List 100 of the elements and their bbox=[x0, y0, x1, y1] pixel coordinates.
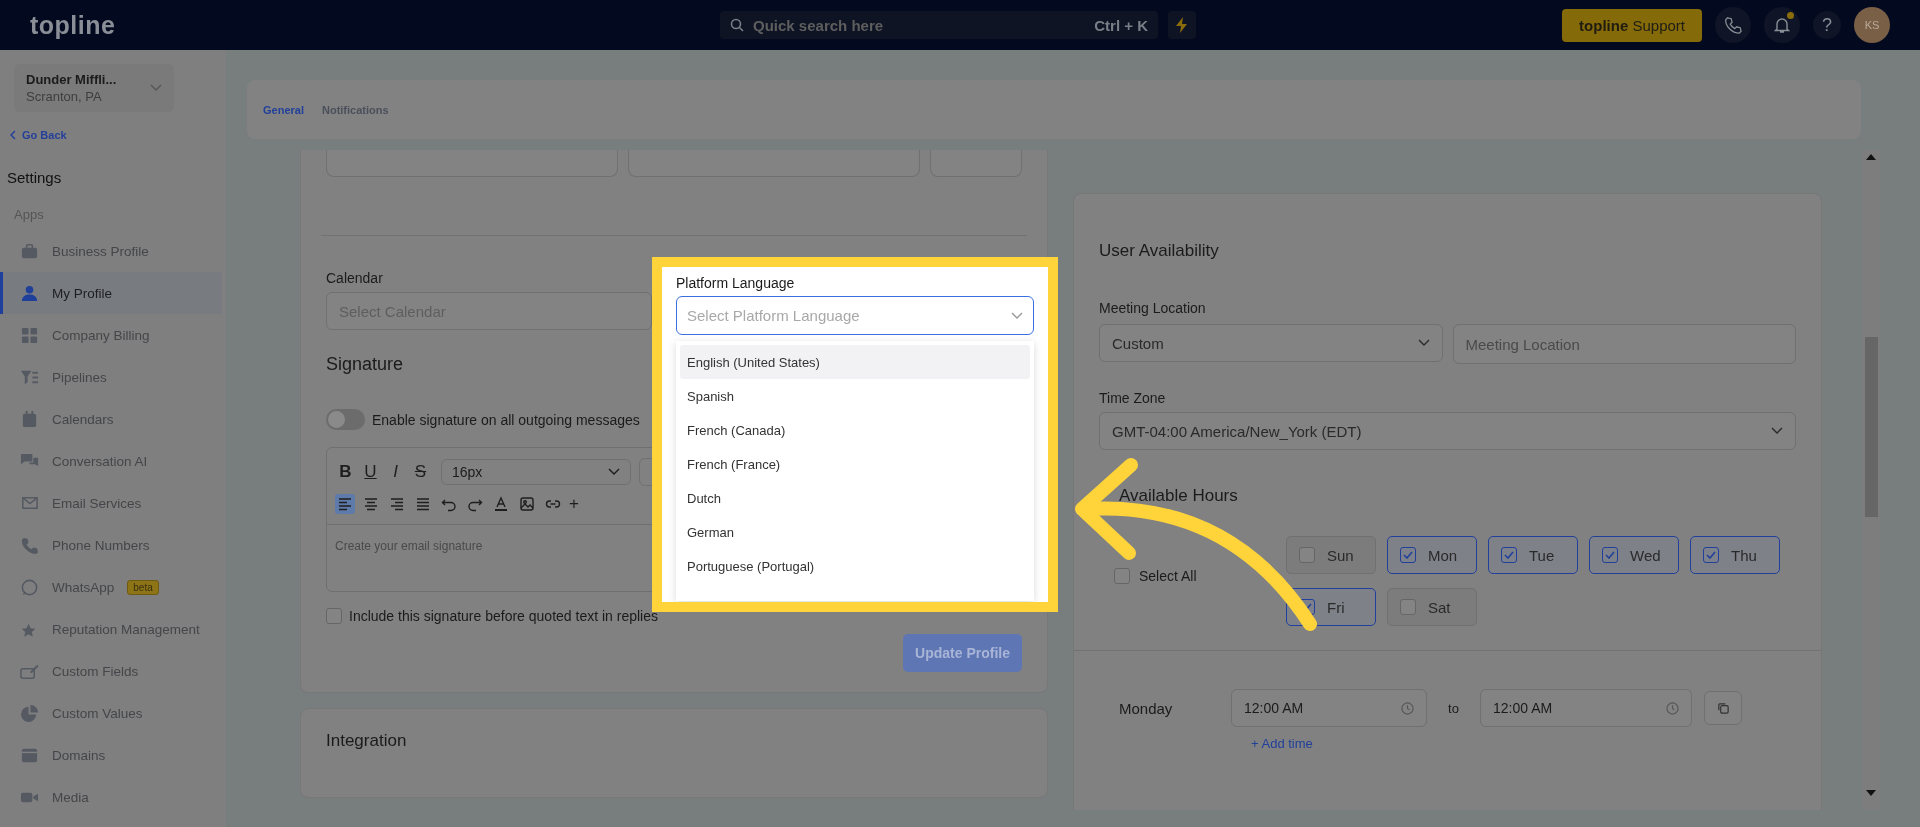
day-toggle[interactable]: Thu bbox=[1690, 536, 1780, 574]
calculator-icon bbox=[20, 325, 39, 345]
chevron-left-icon bbox=[10, 130, 16, 140]
format-button[interactable]: B bbox=[337, 461, 354, 483]
sidebar-item[interactable]: Phone Numbers bbox=[0, 524, 222, 566]
format-button[interactable]: I bbox=[387, 461, 404, 483]
text-color-icon bbox=[493, 496, 509, 512]
checkmark-icon bbox=[1504, 551, 1514, 559]
sidebar-item[interactable]: Custom Values bbox=[0, 692, 222, 734]
section-title: Signature bbox=[326, 354, 404, 375]
align-left-icon bbox=[337, 496, 353, 512]
sidebar-item-label: Custom Values bbox=[52, 705, 143, 721]
section-title: User Availability bbox=[1099, 241, 1219, 261]
checkbox[interactable] bbox=[326, 608, 342, 624]
chevron-down-icon bbox=[1771, 427, 1783, 435]
field-label: Time Zone bbox=[1099, 390, 1166, 406]
justify-icon bbox=[415, 496, 431, 512]
day-toggle[interactable]: Sun bbox=[1286, 536, 1376, 574]
day-toggle[interactable]: Sat bbox=[1387, 588, 1477, 626]
sidebar-item-label: WhatsApp bbox=[52, 579, 115, 595]
sidebar-item[interactable]: Business Profile bbox=[0, 230, 222, 272]
sidebar-item[interactable]: WhatsApp beta bbox=[0, 566, 222, 608]
dropdown-option[interactable]: English (United States) bbox=[680, 345, 1030, 379]
user-avatar[interactable]: KS bbox=[1854, 7, 1890, 43]
tab[interactable]: General bbox=[263, 103, 304, 116]
meeting-location-field[interactable]: Meeting Location bbox=[1452, 324, 1796, 364]
phone-icon bbox=[20, 535, 39, 555]
align-center-icon bbox=[363, 496, 379, 512]
sidebar-item[interactable]: Media bbox=[0, 776, 222, 818]
phone-button[interactable] bbox=[1715, 7, 1751, 43]
quick-action-button[interactable] bbox=[1168, 11, 1196, 39]
range-separator: to bbox=[1447, 700, 1460, 716]
scrollbar[interactable] bbox=[1862, 150, 1880, 810]
add-time-link[interactable]: + Add time bbox=[1251, 736, 1313, 751]
location-type-select[interactable]: Custom bbox=[1099, 324, 1443, 362]
account-switcher[interactable]: Dunder Miffli... Scranton, PA bbox=[14, 64, 174, 112]
bell-icon bbox=[1774, 16, 1790, 34]
sidebar-item-label: Domains bbox=[52, 747, 106, 763]
back-link[interactable]: Go Back bbox=[10, 129, 67, 141]
format-button[interactable]: S bbox=[412, 461, 429, 483]
settings-title: Settings bbox=[7, 169, 63, 186]
update-profile-button[interactable]: Update Profile bbox=[903, 634, 1022, 672]
beta-badge: beta bbox=[127, 579, 159, 595]
sidebar-item-label: My Profile bbox=[52, 285, 112, 301]
chevron-down-icon bbox=[1417, 339, 1430, 347]
field-label: Meeting Location bbox=[1099, 300, 1206, 316]
image-button[interactable] bbox=[517, 494, 537, 514]
align-left-button[interactable] bbox=[335, 494, 355, 514]
day-toggle[interactable]: Tue bbox=[1488, 536, 1578, 574]
tab[interactable]: Notifications bbox=[321, 103, 389, 116]
support-button[interactable]: topline Support bbox=[1562, 8, 1702, 42]
platform-language-select[interactable]: Select Platform Language bbox=[676, 296, 1034, 335]
chevron-down-icon bbox=[1011, 311, 1023, 320]
sidebar-item[interactable]: Email Services bbox=[0, 482, 222, 524]
lightning-icon bbox=[1176, 17, 1188, 33]
notifications-button[interactable] bbox=[1764, 7, 1800, 43]
time-zone-select[interactable]: GMT-04:00 America/New_York (EDT) bbox=[1099, 412, 1796, 450]
checkbox-label: Select All bbox=[1139, 568, 1197, 584]
sidebar-item[interactable]: Domains bbox=[0, 734, 222, 776]
toggle-switch[interactable] bbox=[326, 409, 365, 430]
align-right-icon bbox=[389, 496, 405, 512]
sidebar-item-label: Media bbox=[52, 789, 89, 805]
section-title: Available Hours bbox=[1118, 486, 1238, 506]
section-title: Integration bbox=[326, 731, 407, 751]
sidebar-item[interactable]: Reputation Management bbox=[0, 608, 222, 650]
copy-button[interactable] bbox=[1704, 691, 1742, 725]
account-location: Scranton, PA bbox=[26, 89, 103, 104]
sidebar-item[interactable]: Company Billing bbox=[0, 314, 222, 356]
sidebar-item[interactable]: Custom Fields bbox=[0, 650, 222, 692]
pie-chart-icon bbox=[20, 703, 39, 723]
checkbox[interactable] bbox=[1114, 568, 1130, 584]
checkbox-label: Include this signature before quoted text in replies bbox=[349, 608, 658, 624]
help-button[interactable]: ? bbox=[1813, 11, 1841, 39]
sidebar-item-label: Calendars bbox=[52, 411, 114, 427]
sidebar-item[interactable]: Calendars bbox=[0, 398, 222, 440]
end-time-field[interactable]: 12:00 AM bbox=[1480, 689, 1692, 727]
image-icon bbox=[519, 496, 535, 512]
toggle-label: Enable signature on all outgoing messages bbox=[372, 411, 640, 428]
search-field[interactable]: Quick search here Ctrl + K bbox=[720, 11, 1158, 39]
sidebar-item[interactable]: Conversation AI bbox=[0, 440, 222, 482]
chevron-down-icon bbox=[150, 84, 162, 92]
account-name: Dunder Miffli... bbox=[26, 72, 118, 87]
sidebar-item-label: Email Services bbox=[52, 495, 142, 511]
scroll-down-icon bbox=[1866, 790, 1876, 796]
insert-button[interactable]: + bbox=[569, 494, 579, 514]
sidebar-item-label: Conversation AI bbox=[52, 453, 148, 469]
day-toggle[interactable]: Wed bbox=[1589, 536, 1679, 574]
day-label: Monday bbox=[1118, 699, 1174, 717]
sidebar-item[interactable]: My Profile bbox=[0, 272, 222, 314]
person-icon bbox=[20, 283, 39, 303]
checkmark-icon bbox=[1403, 551, 1413, 559]
logo[interactable]: topline bbox=[30, 10, 720, 40]
sidebar-item-label: Phone Numbers bbox=[52, 537, 150, 553]
day-toggle[interactable]: Mon bbox=[1387, 536, 1477, 574]
format-button[interactable]: U bbox=[362, 461, 379, 483]
sidebar-item-label: Reputation Management bbox=[52, 621, 200, 637]
sidebar-item[interactable]: Pipelines bbox=[0, 356, 222, 398]
font-size-select[interactable]: 16px bbox=[441, 459, 631, 485]
briefcase-icon bbox=[20, 241, 39, 261]
start-time-field[interactable]: 12:00 AM bbox=[1231, 689, 1427, 727]
